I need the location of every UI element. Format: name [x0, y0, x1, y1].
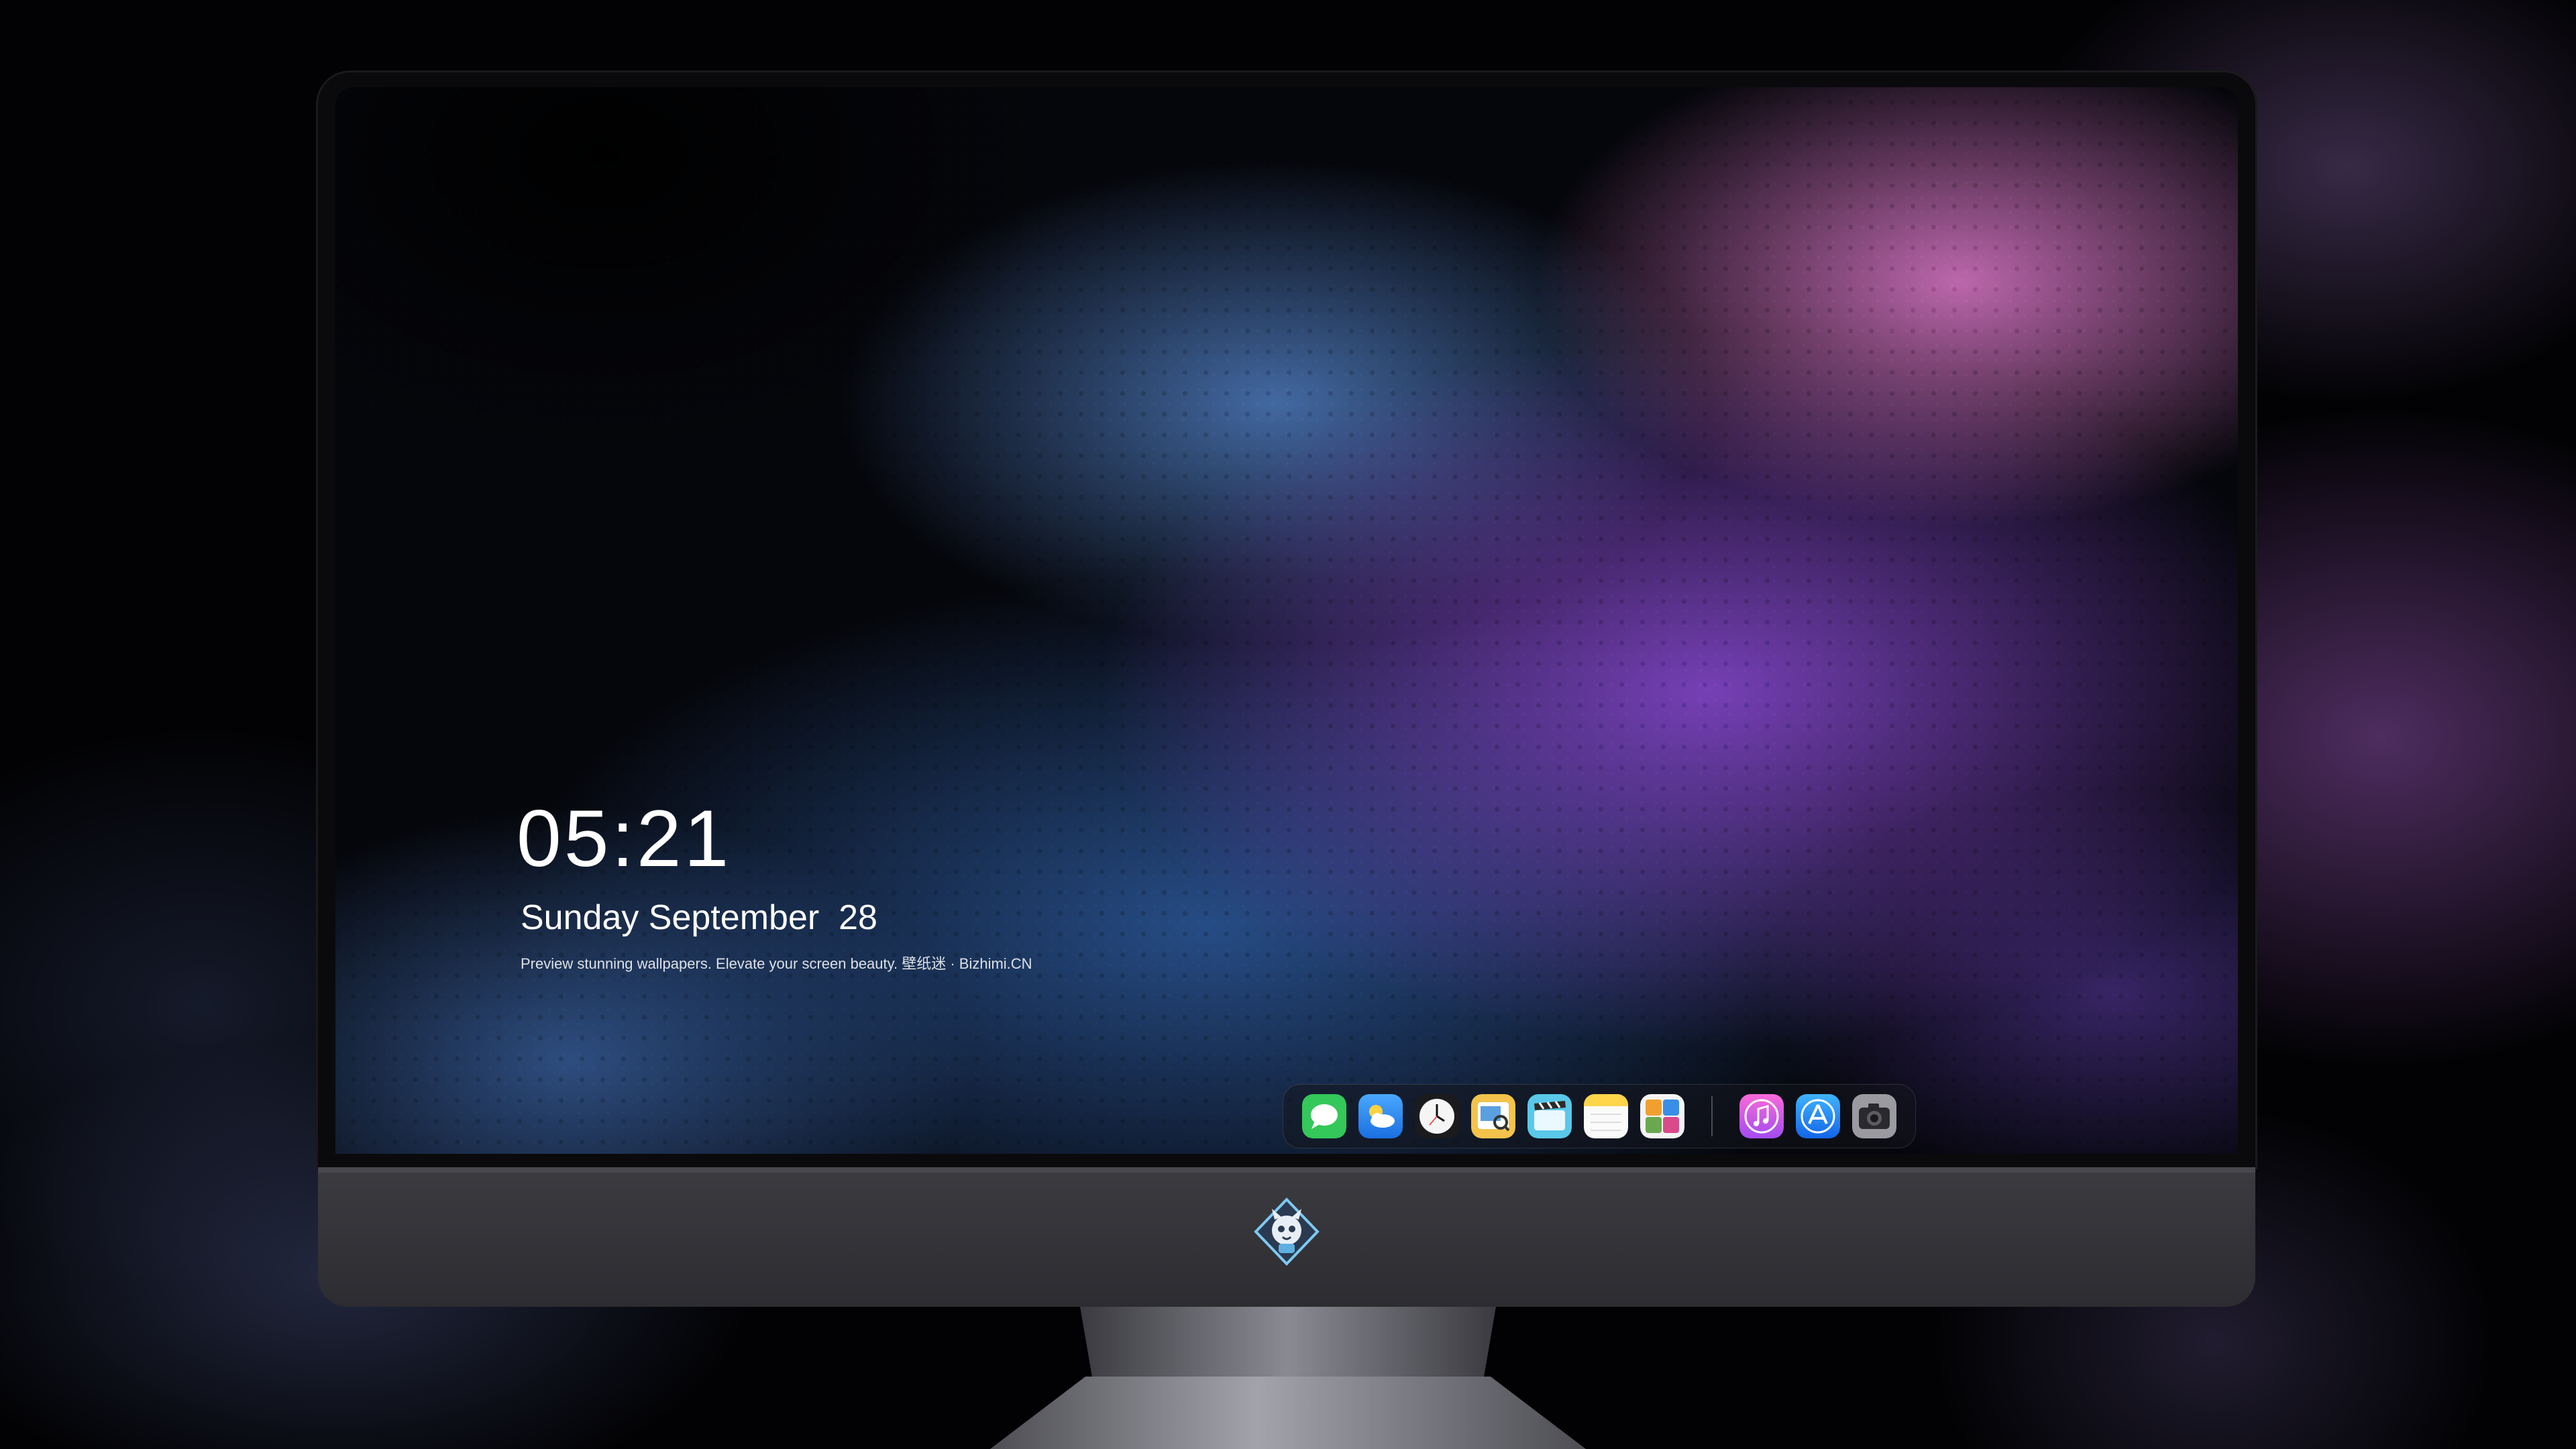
dock-separator [1711, 1096, 1713, 1136]
music-icon[interactable] [1739, 1094, 1784, 1138]
chin-edge [318, 1167, 2255, 1173]
monitor-chin [318, 1167, 2255, 1307]
monitor: 05:21 Sunday September 28 Preview stunni… [318, 72, 2255, 1307]
clips-icon[interactable] [1527, 1094, 1572, 1138]
lock-screen-date: Sunday September 28 [521, 898, 877, 937]
wallpaper-caption: Preview stunning wallpapers. Elevate you… [521, 955, 1032, 972]
app-store-icon[interactable] [1796, 1094, 1840, 1138]
photo-booth-icon[interactable] [1640, 1094, 1684, 1138]
preview-icon[interactable] [1471, 1094, 1515, 1138]
monitor-stand-base [990, 1377, 1586, 1449]
monitor-stand-neck [1080, 1307, 1496, 1379]
monitor-bezel: 05:21 Sunday September 28 Preview stunni… [318, 72, 2255, 1167]
dock [1283, 1084, 1916, 1148]
messages-icon[interactable] [1302, 1094, 1346, 1138]
background-stage: 05:21 Sunday September 28 Preview stunni… [0, 0, 2576, 1449]
notes-icon[interactable] [1584, 1094, 1628, 1138]
wallpaper-texture [335, 87, 2238, 1154]
desktop-screen: 05:21 Sunday September 28 Preview stunni… [335, 87, 2238, 1154]
camera-icon[interactable] [1852, 1094, 1896, 1138]
lock-screen-clock: 05:21 [517, 794, 732, 883]
weather-icon[interactable] [1358, 1094, 1403, 1138]
mascot-logo-icon [1252, 1197, 1322, 1267]
clock-icon[interactable] [1415, 1094, 1459, 1138]
